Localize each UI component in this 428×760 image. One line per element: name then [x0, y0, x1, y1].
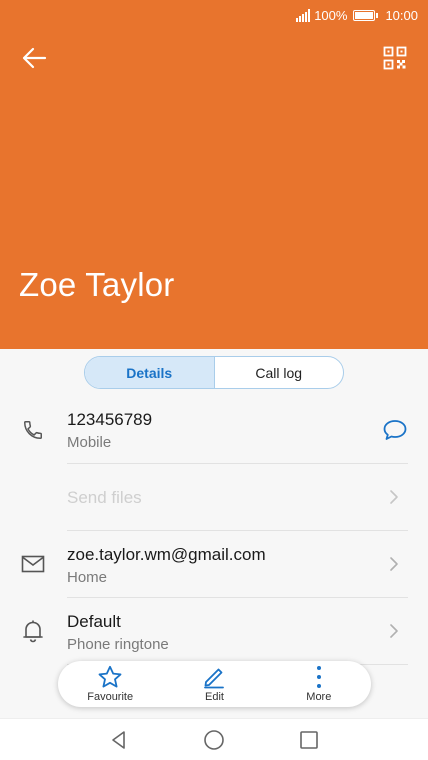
bell-icon [20, 618, 46, 644]
qr-code-icon [383, 46, 407, 70]
chevron-right-icon [386, 489, 402, 505]
square-recents-icon [300, 731, 318, 749]
battery-percent: 100% [314, 7, 348, 23]
ringtone-row[interactable]: Default Phone ringtone [0, 598, 428, 664]
message-icon [383, 420, 407, 440]
chevron-right-icon [386, 623, 402, 639]
email-row[interactable]: zoe.taylor.wm@gmail.com Home [0, 531, 428, 597]
tab-bar: Details Call log [84, 356, 344, 389]
star-icon [98, 665, 122, 688]
send-files-row[interactable]: Send files [0, 464, 428, 530]
back-button[interactable] [18, 42, 50, 74]
mail-icon [20, 551, 46, 577]
clock: 10:00 [385, 7, 418, 23]
system-nav-bar [0, 718, 428, 760]
phone-number: 123456789 [67, 410, 153, 429]
tab-call-log[interactable]: Call log [215, 357, 344, 388]
phone-row[interactable]: 123456789 Mobile [0, 395, 428, 463]
status-bar: 100% 10:00 [296, 6, 418, 24]
nav-home-button[interactable] [202, 728, 226, 752]
phone-type: Mobile [67, 434, 112, 451]
action-bar: Favourite Edit More [58, 661, 371, 707]
edit-label: Edit [205, 691, 224, 703]
battery-icon [353, 9, 379, 21]
qr-code-button[interactable] [380, 43, 410, 73]
circle-home-icon [204, 730, 224, 750]
ringtone-value: Default [67, 612, 121, 631]
message-button[interactable] [380, 415, 410, 445]
ringtone-label: Phone ringtone [67, 636, 169, 653]
nav-back-button[interactable] [107, 728, 131, 752]
email-address: zoe.taylor.wm@gmail.com [67, 545, 266, 564]
more-label: More [306, 691, 332, 703]
signal-icon [296, 8, 311, 22]
contact-header: 100% 10:00 Zoe Taylor [0, 0, 428, 349]
triangle-back-icon [112, 731, 125, 749]
nav-recents-button[interactable] [297, 728, 321, 752]
email-type: Home [67, 569, 108, 586]
pencil-icon [204, 668, 225, 689]
tab-details[interactable]: Details [85, 357, 215, 388]
favourite-button[interactable]: Favourite [58, 661, 162, 707]
favourite-label: Favourite [87, 691, 134, 703]
send-files-label: Send files [67, 488, 142, 507]
chevron-right-icon [386, 556, 402, 572]
contact-name: Zoe Taylor [19, 266, 175, 303]
more-button[interactable]: More [267, 661, 371, 707]
edit-button[interactable]: Edit [162, 661, 266, 707]
arrow-left-icon [22, 47, 47, 69]
phone-icon [20, 417, 46, 443]
more-vertical-icon [316, 666, 321, 688]
